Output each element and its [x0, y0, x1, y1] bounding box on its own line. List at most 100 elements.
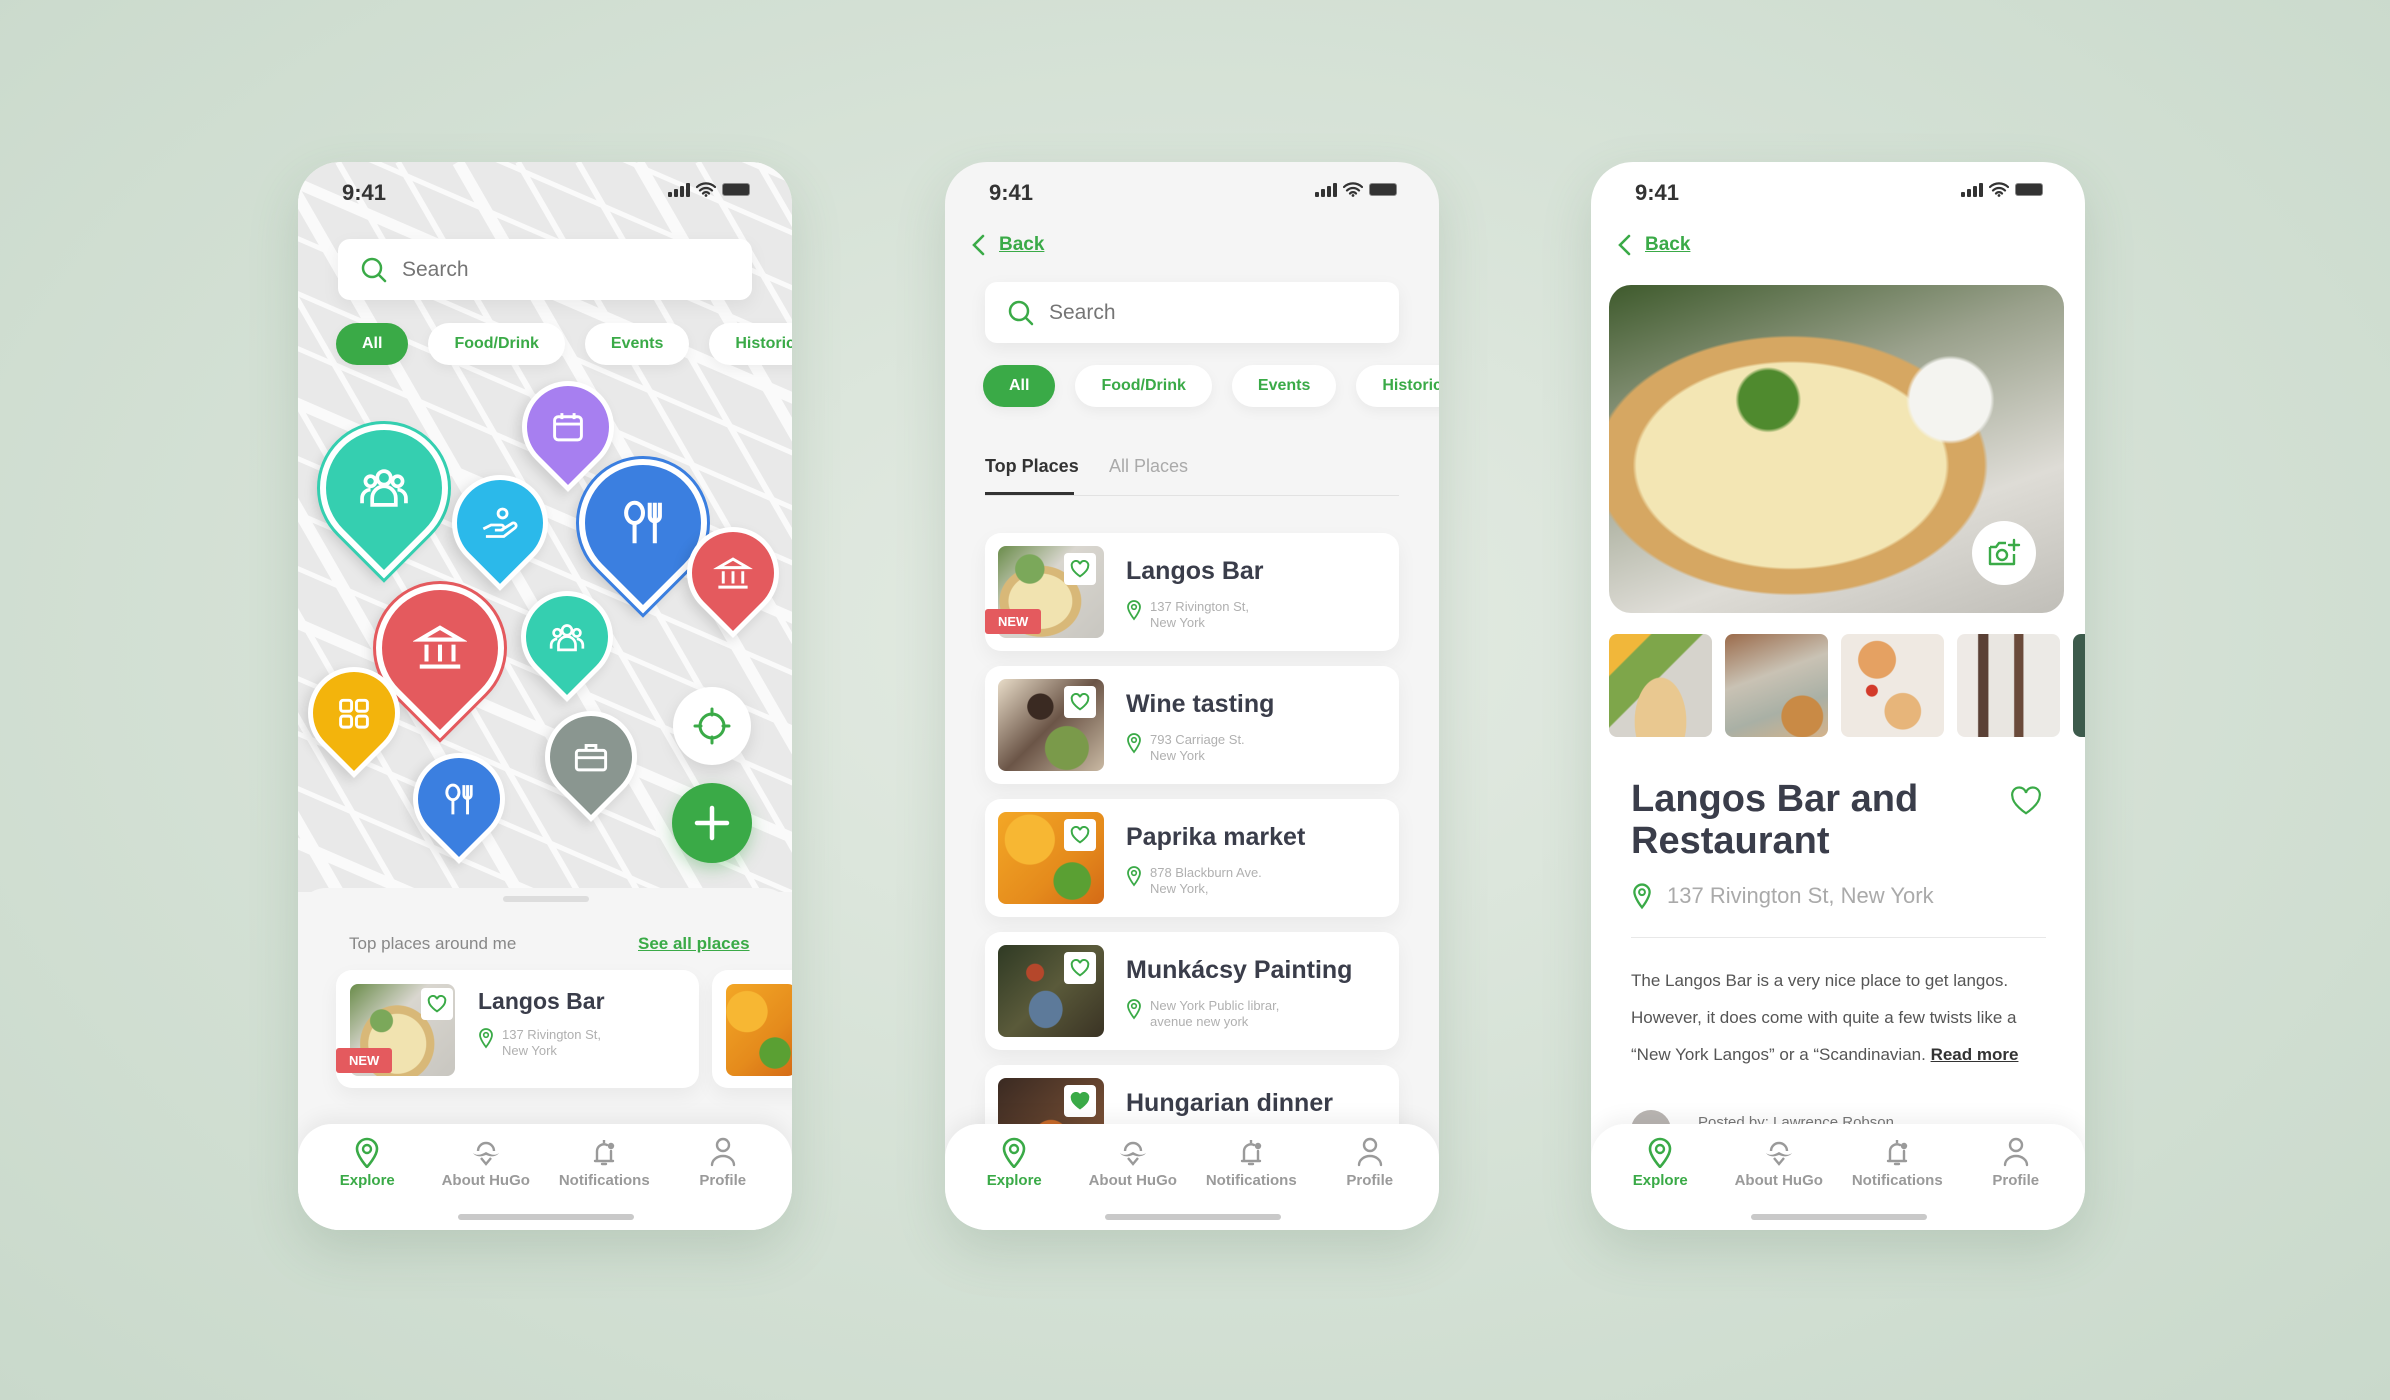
- new-badge: NEW: [985, 609, 1042, 634]
- heart-icon: [2011, 786, 2041, 815]
- nav-explore[interactable]: Explore: [312, 1136, 422, 1230]
- map-pin-icon: [355, 1137, 379, 1168]
- place-photo: [726, 984, 792, 1076]
- filter-all[interactable]: All: [336, 323, 409, 365]
- gallery-photo[interactable]: [1725, 634, 1828, 737]
- location-pin-icon: [1127, 866, 1141, 887]
- crosshair-icon: [693, 707, 731, 745]
- back-button[interactable]: Back: [1617, 234, 1690, 256]
- filter-chips: All Food/Drink Events Historic: [336, 323, 792, 365]
- heart-icon: [427, 995, 447, 1013]
- place-card[interactable]: Paprika market 878 Blackburn Ave. New York…: [985, 799, 1399, 917]
- wifi-icon: [1989, 182, 2009, 197]
- gallery-photo[interactable]: [1957, 634, 2060, 737]
- search-icon: [361, 257, 387, 282]
- gallery-photo[interactable]: [2073, 634, 2085, 737]
- hero-photo[interactable]: [1609, 285, 2064, 613]
- place-description: The Langos Bar is a very nice place to g…: [1631, 971, 2019, 1064]
- map-pin-icon: [1648, 1137, 1672, 1168]
- filter-food-drink[interactable]: Food/Drink: [428, 323, 565, 365]
- chevron-left-icon: [1618, 234, 1631, 256]
- search-input[interactable]: [402, 257, 702, 282]
- museum-icon: [413, 625, 467, 669]
- place-name: Langos Bar: [1126, 557, 1264, 585]
- location-pin-icon: [1633, 883, 1651, 910]
- map-pin-community[interactable]: [501, 571, 633, 703]
- fork-knife-icon: [445, 782, 473, 814]
- mustache-icon: [1119, 1141, 1146, 1166]
- heart-icon: [1070, 826, 1090, 844]
- favorite-button[interactable]: [1064, 819, 1096, 851]
- heart-icon: [1070, 693, 1090, 711]
- favorite-button[interactable]: [1064, 952, 1096, 984]
- place-name: Wine tasting: [1126, 690, 1275, 718]
- battery-icon: [722, 183, 750, 196]
- home-indicator: [1751, 1214, 1927, 1220]
- favorite-button[interactable]: [1064, 553, 1096, 585]
- map-pin-icon: [1002, 1137, 1026, 1168]
- plus-icon: [694, 805, 730, 841]
- heart-icon: [1070, 959, 1090, 977]
- home-indicator: [458, 1214, 634, 1220]
- signal-icon: [1961, 182, 1983, 197]
- place-card[interactable]: Wine tasting 793 Carriage St. New York: [985, 666, 1399, 784]
- bell-icon: [594, 1140, 615, 1166]
- favorite-button[interactable]: [1064, 1085, 1096, 1117]
- locate-button[interactable]: [673, 687, 751, 765]
- place-address: New York Public librar, avenue new york: [1126, 998, 1279, 1030]
- place-title: Langos Bar and Restaurant: [1631, 778, 1919, 862]
- map-pin-food[interactable]: [393, 733, 525, 865]
- sheet-title: Top places around me: [349, 934, 517, 953]
- favorite-button[interactable]: [421, 988, 453, 1020]
- place-name: Langos Bar: [478, 988, 605, 1014]
- map-pin-work[interactable]: [525, 691, 657, 823]
- grid-icon: [339, 698, 369, 728]
- status-icons: [668, 182, 750, 197]
- place-card[interactable]: Munkácsy Painting New York Public librar,…: [985, 932, 1399, 1050]
- favorite-button[interactable]: [2009, 786, 2043, 821]
- place-name: Hungarian dinner: [1126, 1089, 1333, 1117]
- status-time: 9:41: [342, 180, 387, 205]
- map-pin-services[interactable]: [432, 455, 568, 591]
- user-icon: [1357, 1137, 1382, 1167]
- place-address: 137 Rivington St, New York: [478, 1027, 601, 1059]
- briefcase-icon: [574, 743, 608, 771]
- status-icons: [1961, 182, 2043, 197]
- place-list: NEW Langos Bar 137 Rivington St, New York W…: [945, 162, 1439, 1230]
- sheet-handle[interactable]: [503, 896, 589, 902]
- favorite-button[interactable]: [1064, 686, 1096, 718]
- add-photo-button[interactable]: [1972, 521, 2036, 585]
- nav-profile[interactable]: Profile: [1315, 1136, 1425, 1230]
- filter-events[interactable]: Events: [584, 323, 690, 365]
- place-card[interactable]: NEW Langos Bar 137 Rivington St, New York: [336, 970, 699, 1088]
- nav-profile[interactable]: Profile: [1961, 1136, 2071, 1230]
- location-pin-icon: [1127, 733, 1141, 754]
- heart-icon: [1070, 560, 1090, 578]
- filter-historic[interactable]: Historic: [709, 323, 792, 365]
- place-card[interactable]: NEW Langos Bar 137 Rivington St, New York: [985, 533, 1399, 651]
- search-bar[interactable]: [338, 239, 752, 300]
- nav-explore[interactable]: Explore: [1605, 1136, 1715, 1230]
- wifi-icon: [696, 182, 716, 197]
- map-screen: 9:41 All Food/Drink Events Historic Top …: [298, 162, 792, 1230]
- nav-profile[interactable]: Profile: [668, 1136, 778, 1230]
- place-address: 793 Carriage St. New York: [1126, 732, 1245, 764]
- battery-icon: [2015, 183, 2043, 196]
- nav-explore[interactable]: Explore: [959, 1136, 1069, 1230]
- map-pin-community[interactable]: [298, 397, 475, 579]
- photo-gallery: [1609, 634, 2085, 738]
- place-card-next[interactable]: [712, 970, 792, 1088]
- place-name: Munkácsy Painting: [1126, 956, 1353, 984]
- group-icon: [549, 623, 585, 651]
- user-icon: [710, 1137, 735, 1167]
- gallery-photo[interactable]: [1841, 634, 1944, 737]
- add-place-button[interactable]: [672, 783, 752, 863]
- fork-knife-icon: [624, 500, 662, 544]
- location-pin-icon: [1127, 600, 1141, 621]
- bell-icon: [1887, 1140, 1908, 1166]
- see-all-places-link[interactable]: See all places: [638, 934, 750, 954]
- museum-icon: [713, 556, 753, 588]
- read-more-link[interactable]: Read more: [1931, 1045, 2019, 1064]
- hand-icon: [482, 506, 518, 538]
- gallery-photo[interactable]: [1609, 634, 1712, 737]
